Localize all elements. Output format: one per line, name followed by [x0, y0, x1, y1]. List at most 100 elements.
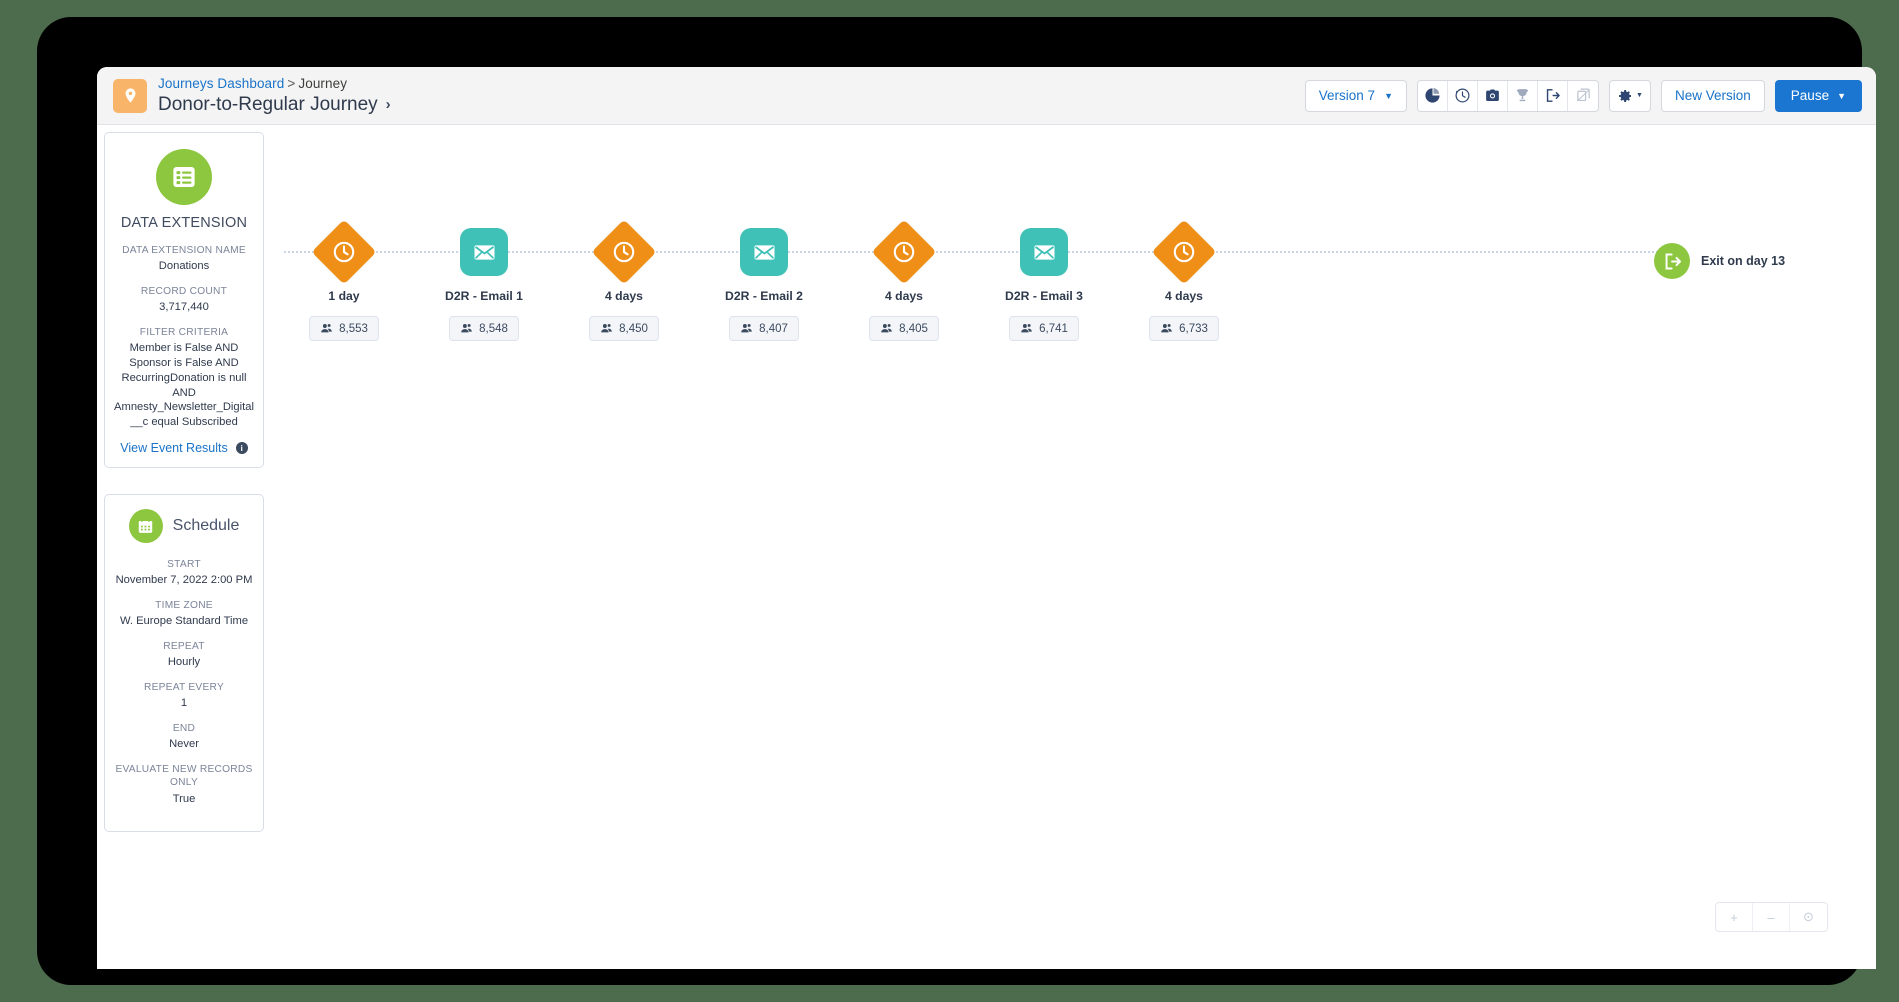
schedule-card-header: Schedule — [113, 509, 255, 543]
field-value: W. Europe Standard Time — [119, 615, 249, 628]
exit-door-icon — [1654, 243, 1690, 279]
clock-icon — [1151, 219, 1217, 285]
gear-icon — [1619, 89, 1632, 102]
node-count-chip[interactable]: 8,553 — [309, 316, 379, 341]
field-label: RECORD COUNT — [140, 286, 228, 298]
pie-chart-icon[interactable] — [1418, 80, 1448, 111]
node-count-value: 8,407 — [759, 322, 788, 335]
field-evaluate-new-records-only: EVALUATE NEW RECORDS ONLY True — [113, 763, 255, 806]
clock-icon — [591, 219, 657, 285]
location-pin-icon — [113, 78, 147, 113]
data-extension-list-icon — [156, 149, 212, 205]
clock-icon — [311, 219, 377, 285]
journey-node-wait-4[interactable]: 4 days 6,733 — [1124, 217, 1244, 341]
field-record-count: RECORD COUNT 3,717,440 — [113, 285, 255, 315]
page-title: Donor-to-Regular Journey › — [158, 94, 391, 116]
field-label: DATA EXTENSION NAME — [122, 245, 246, 256]
exit-label: Exit on day 13 — [1701, 254, 1786, 268]
node-count-value: 6,733 — [1179, 322, 1208, 335]
field-value: Member is False AND Sponsor is False AND… — [114, 342, 254, 429]
app-body: DATA EXTENSION DATA EXTENSION NAME Donat… — [97, 125, 1876, 969]
people-icon — [741, 324, 752, 333]
exit-arrow-icon[interactable] — [1538, 80, 1568, 111]
node-count-chip[interactable]: 6,741 — [1009, 316, 1079, 341]
pause-button[interactable]: Pause ▼ — [1774, 79, 1862, 112]
settings-menu-button[interactable]: ▼ — [1609, 79, 1651, 112]
node-count-chip[interactable]: 8,450 — [589, 316, 659, 341]
field-value: November 7, 2022 2:00 PM — [115, 574, 253, 587]
people-icon — [461, 324, 472, 333]
new-version-button[interactable]: New Version — [1661, 79, 1765, 112]
node-count-value: 6,741 — [1039, 322, 1068, 335]
envelope-icon — [1020, 228, 1068, 276]
field-end: END Never — [113, 722, 255, 752]
field-time-zone: TIME ZONE W. Europe Standard Time — [113, 599, 255, 629]
node-count-value: 8,553 — [339, 322, 368, 335]
field-value: 3,717,440 — [159, 301, 209, 314]
node-count-chip[interactable]: 8,548 — [449, 316, 519, 341]
node-label: D2R - Email 1 — [445, 289, 523, 303]
node-count-value: 8,450 — [619, 322, 648, 335]
field-label: REPEAT — [163, 641, 205, 653]
people-icon — [1161, 324, 1172, 333]
history-clock-icon[interactable] — [1448, 80, 1478, 111]
people-icon — [881, 324, 892, 333]
field-repeat-every: REPEAT EVERY 1 — [113, 681, 255, 711]
field-filter-criteria: FILTER CRITERIA Member is False AND Spon… — [113, 326, 255, 430]
chevron-right-icon[interactable]: › — [386, 96, 391, 113]
field-label: TIME ZONE — [155, 600, 213, 612]
node-label: 4 days — [885, 289, 923, 303]
journey-node-wait-2[interactable]: 4 days 8,450 — [564, 217, 684, 341]
journey-node-wait-3[interactable]: 4 days 8,405 — [844, 217, 964, 341]
pause-label: Pause — [1790, 88, 1830, 103]
journey-node-wait-1[interactable]: 1 day 8,553 — [284, 217, 404, 341]
field-label: REPEAT EVERY — [143, 682, 224, 694]
schedule-card: Schedule START November 7, 2022 2:00 PM … — [104, 494, 264, 833]
chevron-down-icon: ▼ — [1636, 92, 1643, 99]
zoom-reset-button[interactable]: ⊙ — [1790, 903, 1827, 931]
app-header: Journeys Dashboard > Journey Donor-to-Regu… — [97, 67, 1876, 125]
field-repeat: REPEAT Hourly — [113, 640, 255, 670]
field-value: True — [172, 792, 196, 805]
journey-node-email-1[interactable]: D2R - Email 1 8,548 — [424, 217, 544, 341]
header-actions: Version 7 ▼ ▼ New Version Pause ▼ — [1304, 79, 1862, 112]
copy-journey-icon — [1568, 80, 1598, 111]
node-count-chip[interactable]: 8,405 — [869, 316, 939, 341]
journey-canvas[interactable]: 1 day 8,553 D2R - Email 1 8,548 4 days 8… — [272, 125, 1876, 969]
chevron-down-icon: ▼ — [1384, 90, 1393, 101]
field-data-extension-name: DATA EXTENSION NAME Donations — [113, 244, 255, 274]
field-value: Donations — [158, 260, 210, 273]
people-icon — [601, 324, 612, 333]
breadcrumb-link-journeys-dashboard[interactable]: Journeys Dashboard — [158, 76, 284, 91]
node-count-value: 8,405 — [899, 322, 928, 335]
version-selector[interactable]: Version 7 ▼ — [1304, 79, 1407, 112]
journey-node-exit[interactable]: Exit on day 13 — [1654, 243, 1785, 279]
node-count-chip[interactable]: 8,407 — [729, 316, 799, 341]
info-icon[interactable]: i — [235, 442, 248, 454]
version-selector-label: Version 7 — [1318, 88, 1376, 103]
view-event-results-label: View Event Results — [120, 441, 228, 455]
zoom-in-button[interactable]: + — [1716, 903, 1753, 931]
view-event-results-link[interactable]: View Event Results i — [113, 441, 255, 455]
data-extension-card-title: DATA EXTENSION — [120, 215, 248, 231]
envelope-icon — [460, 228, 508, 276]
journey-node-email-2[interactable]: D2R - Email 2 8,407 — [704, 217, 824, 341]
camera-snapshot-icon[interactable] — [1478, 80, 1508, 111]
breadcrumb-current: Journey — [298, 75, 348, 91]
journey-tool-icon-group — [1417, 79, 1599, 112]
trophy-goal-icon[interactable] — [1508, 80, 1538, 111]
node-label: D2R - Email 2 — [725, 289, 803, 303]
device-bezel: Journeys Dashboard > Journey Donor-to-Regu… — [37, 17, 1876, 985]
node-count-value: 8,548 — [479, 322, 508, 335]
canvas-zoom-controls: + – ⊙ — [1715, 902, 1828, 932]
breadcrumb-separator: > — [287, 75, 296, 91]
app-screen: Journeys Dashboard > Journey Donor-to-Regu… — [97, 67, 1876, 969]
field-label: END — [172, 723, 196, 735]
field-value: 1 — [180, 697, 188, 710]
calendar-icon — [128, 509, 163, 543]
field-label: EVALUATE NEW RECORDS ONLY — [115, 764, 253, 789]
zoom-out-button[interactable]: – — [1753, 903, 1790, 931]
field-value: Hourly — [167, 656, 201, 669]
node-count-chip[interactable]: 6,733 — [1149, 316, 1219, 341]
journey-node-email-3[interactable]: D2R - Email 3 6,741 — [984, 217, 1104, 341]
